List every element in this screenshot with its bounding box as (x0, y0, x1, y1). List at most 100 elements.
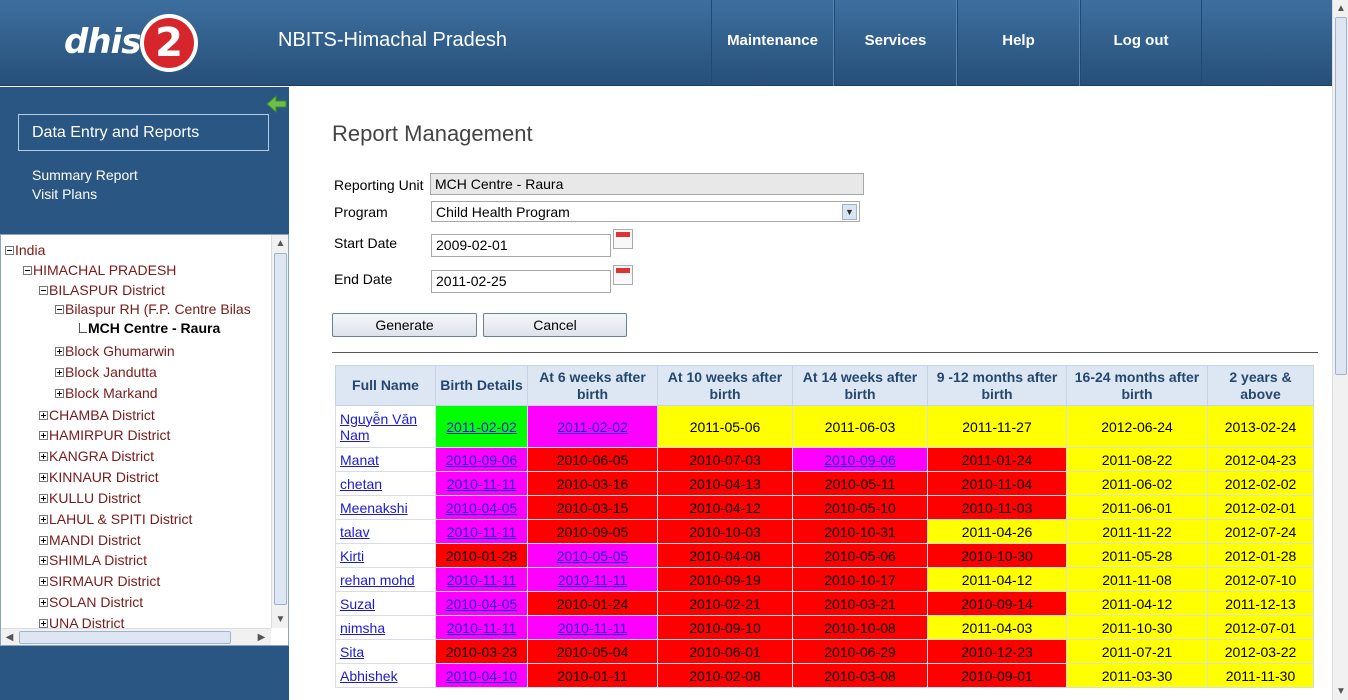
nav-help[interactable]: Help (957, 0, 1080, 86)
collapse-icon[interactable] (55, 305, 64, 314)
date-link[interactable]: 2010-11-11 (447, 572, 517, 588)
person-link[interactable]: Abhishek (340, 668, 398, 684)
start-date-input[interactable]: 2009-02-01 (431, 234, 611, 257)
tree-item[interactable]: BILASPUR District (39, 282, 165, 298)
date-cell[interactable]: 2010-11-11 (527, 615, 658, 640)
expand-icon[interactable] (55, 389, 64, 398)
person-link[interactable]: talav (340, 524, 370, 540)
tree-vertical-scrollbar[interactable]: ▲ ▼ (271, 235, 288, 628)
data-entry-reports-button[interactable]: Data Entry and Reports (18, 114, 269, 151)
collapse-arrow-icon[interactable] (267, 95, 287, 113)
nav-maintenance[interactable]: Maintenance (711, 0, 834, 86)
date-cell[interactable]: 2010-09-06 (792, 447, 928, 472)
tree-item[interactable]: India (5, 242, 45, 258)
date-cell[interactable]: 2010-04-05 (435, 591, 528, 616)
date-link[interactable]: 2010-11-11 (447, 620, 517, 636)
date-link[interactable]: 2011-02-02 (557, 419, 628, 435)
scroll-up-icon[interactable]: ▲ (272, 235, 288, 252)
tree-item[interactable]: MANDI District (39, 532, 141, 548)
tree-item[interactable]: Block Ghumarwin (55, 343, 175, 359)
date-link[interactable]: 2010-11-11 (447, 476, 517, 492)
tree-item[interactable]: HIMACHAL PRADESH (23, 262, 176, 278)
date-link[interactable]: 2010-11-11 (558, 572, 628, 588)
scroll-thumb[interactable] (1335, 17, 1347, 375)
person-link[interactable]: Sita (340, 644, 364, 660)
tree-item[interactable]: Block Markand (55, 385, 158, 401)
date-cell[interactable]: 2010-04-05 (435, 495, 528, 520)
collapse-icon[interactable] (39, 286, 48, 295)
date-cell[interactable]: 2010-11-11 (435, 567, 528, 592)
scroll-right-icon[interactable]: ▶ (253, 629, 270, 645)
date-cell[interactable]: 2010-11-11 (527, 567, 658, 592)
tree-item[interactable]: KINNAUR District (39, 469, 159, 485)
scroll-thumb[interactable] (274, 253, 287, 605)
expand-icon[interactable] (39, 536, 48, 545)
expand-icon[interactable] (39, 619, 48, 628)
expand-icon[interactable] (39, 411, 48, 420)
scroll-up-icon[interactable]: ▲ (1333, 0, 1348, 17)
expand-icon[interactable] (55, 368, 64, 377)
expand-icon[interactable] (39, 515, 48, 524)
date-link[interactable]: 2010-09-06 (446, 452, 518, 468)
date-cell[interactable]: 2010-11-11 (435, 615, 528, 640)
scroll-down-icon[interactable]: ▼ (272, 611, 288, 628)
tree-item[interactable]: HAMIRPUR District (39, 427, 170, 443)
chevron-down-icon[interactable]: ▼ (842, 204, 857, 220)
person-link[interactable]: Kirti (340, 548, 364, 564)
date-cell[interactable]: 2010-04-10 (435, 663, 528, 688)
collapse-icon[interactable] (23, 266, 32, 275)
date-link[interactable]: 2010-04-05 (446, 500, 518, 516)
expand-icon[interactable] (39, 494, 48, 503)
expand-icon[interactable] (39, 431, 48, 440)
tree-item[interactable]: LAHUL & SPITI District (39, 511, 192, 527)
expand-icon[interactable] (39, 473, 48, 482)
dhis2-logo[interactable]: dhis 2 (64, 14, 204, 74)
date-link[interactable]: 2010-11-11 (447, 524, 517, 540)
tree-item[interactable]: Block Jandutta (55, 364, 157, 380)
person-link[interactable]: chetan (340, 476, 382, 492)
date-link[interactable]: 2010-04-05 (446, 596, 518, 612)
person-link[interactable]: Suzal (340, 596, 375, 612)
scroll-left-icon[interactable]: ◀ (1, 629, 18, 645)
date-cell[interactable]: 2010-05-05 (527, 543, 658, 568)
date-link[interactable]: 2010-04-10 (446, 668, 518, 684)
date-link[interactable]: 2010-11-11 (558, 620, 628, 636)
date-cell[interactable]: 2010-09-06 (435, 447, 528, 472)
person-link[interactable]: nimsha (340, 620, 385, 636)
expand-icon[interactable] (39, 598, 48, 607)
person-link[interactable]: Nguyễn Văn Nam (340, 411, 417, 443)
tree-item[interactable]: SOLAN District (39, 594, 143, 610)
tree-item[interactable]: MCH Centre - Raura (79, 320, 220, 336)
scroll-thumb[interactable] (19, 631, 231, 644)
collapse-icon[interactable] (5, 246, 14, 255)
tree-horizontal-scrollbar[interactable]: ◀ ▶ (1, 628, 271, 645)
calendar-icon[interactable] (613, 229, 633, 249)
generate-button[interactable]: Generate (332, 313, 477, 337)
tree-item[interactable]: KULLU District (39, 490, 141, 506)
summary-report-link[interactable]: Summary Report (32, 166, 138, 185)
visit-plans-link[interactable]: Visit Plans (32, 185, 138, 204)
calendar-icon[interactable] (613, 265, 633, 285)
date-cell[interactable]: 2011-02-02 (527, 405, 658, 448)
tree-item[interactable]: SHIMLA District (39, 552, 147, 568)
nav-logout[interactable]: Log out (1080, 0, 1202, 86)
date-cell[interactable]: 2011-02-02 (435, 405, 528, 448)
nav-services[interactable]: Services (834, 0, 957, 86)
end-date-input[interactable]: 2011-02-25 (431, 270, 611, 293)
person-link[interactable]: Manat (340, 452, 379, 468)
tree-item[interactable]: KANGRA District (39, 448, 154, 464)
expand-icon[interactable] (39, 556, 48, 565)
date-link[interactable]: 2010-09-06 (824, 452, 896, 468)
person-link[interactable]: Meenakshi (340, 500, 408, 516)
page-scrollbar[interactable]: ▲ ▼ (1332, 0, 1348, 700)
tree-item[interactable]: SIRMAUR District (39, 573, 160, 589)
date-link[interactable]: 2011-02-02 (446, 419, 517, 435)
expand-icon[interactable] (39, 577, 48, 586)
cancel-button[interactable]: Cancel (483, 313, 627, 337)
tree-item[interactable]: Bilaspur RH (F.P. Centre Bilas (55, 301, 251, 317)
person-link[interactable]: rehan mohd (340, 572, 415, 588)
date-cell[interactable]: 2010-11-11 (435, 471, 528, 496)
scroll-down-icon[interactable]: ▼ (1333, 683, 1348, 700)
date-cell[interactable]: 2010-11-11 (435, 519, 528, 544)
expand-icon[interactable] (55, 347, 64, 356)
